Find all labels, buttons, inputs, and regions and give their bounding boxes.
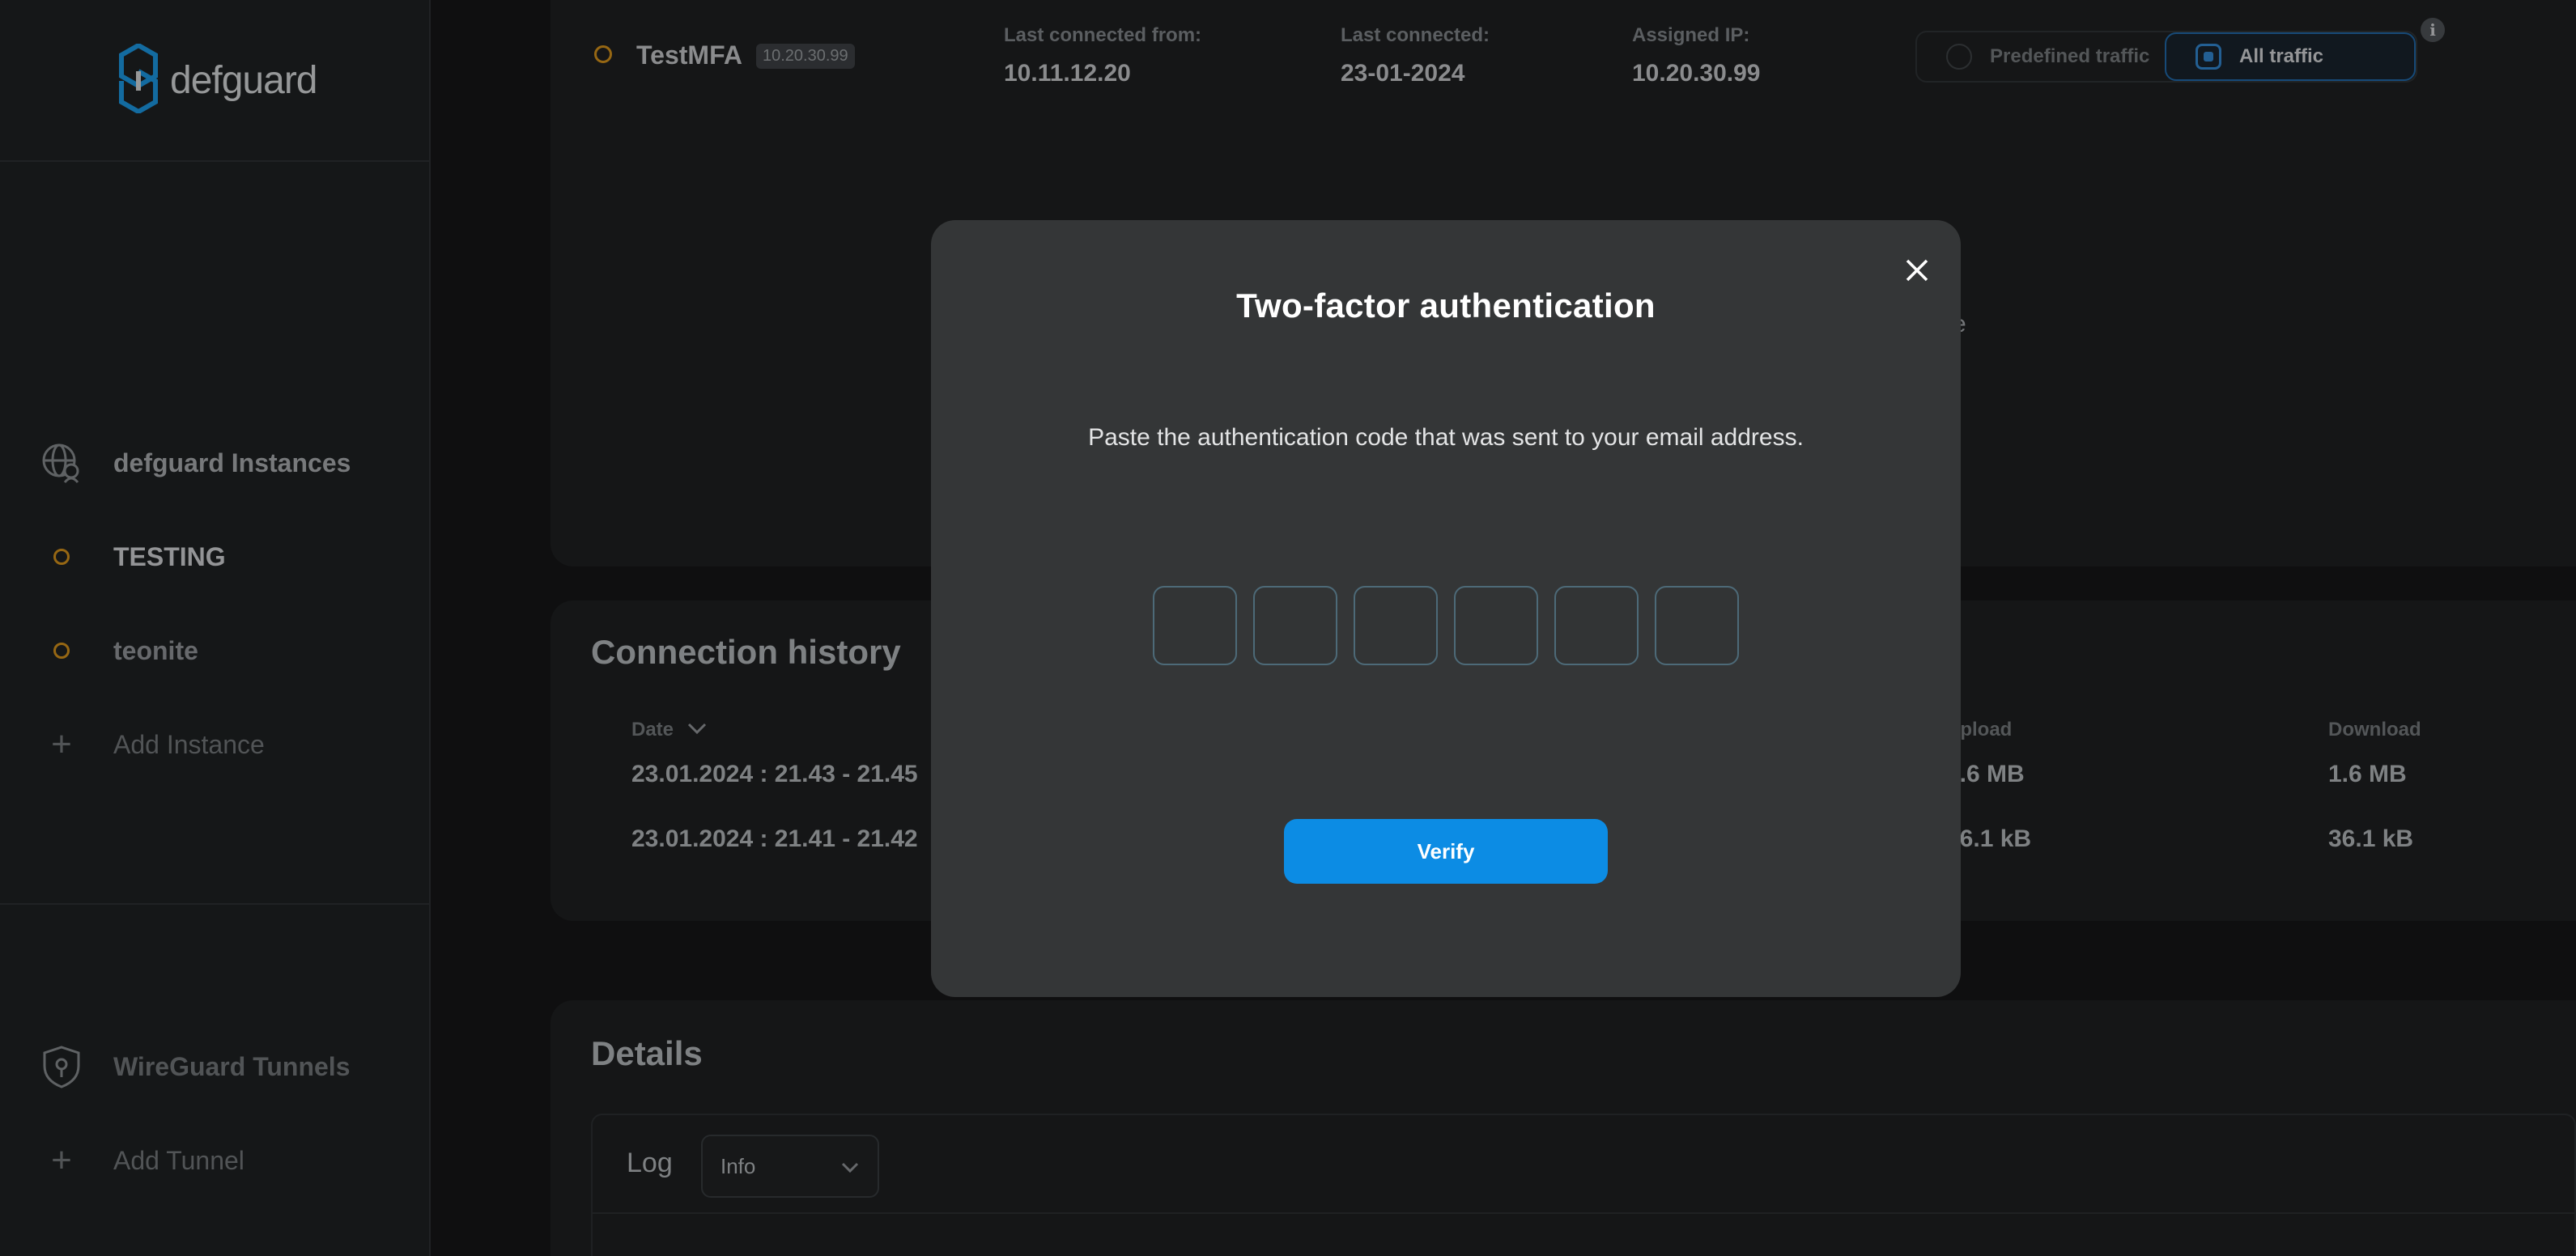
- code-digit-input[interactable]: [1554, 586, 1639, 665]
- close-icon: [1905, 258, 1929, 286]
- code-digit-input[interactable]: [1454, 586, 1538, 665]
- code-digit-input[interactable]: [1655, 586, 1739, 665]
- verify-button[interactable]: Verify: [1284, 819, 1608, 884]
- code-digit-input[interactable]: [1153, 586, 1237, 665]
- modal-description: Paste the authentication code that was s…: [1088, 424, 1804, 451]
- code-digit-input[interactable]: [1354, 586, 1438, 665]
- modal-title: Two-factor authentication: [1236, 286, 1656, 325]
- code-input-group: [1153, 586, 1739, 665]
- two-factor-modal: Two-factor authentication Paste the auth…: [931, 220, 1961, 997]
- code-digit-input[interactable]: [1253, 586, 1337, 665]
